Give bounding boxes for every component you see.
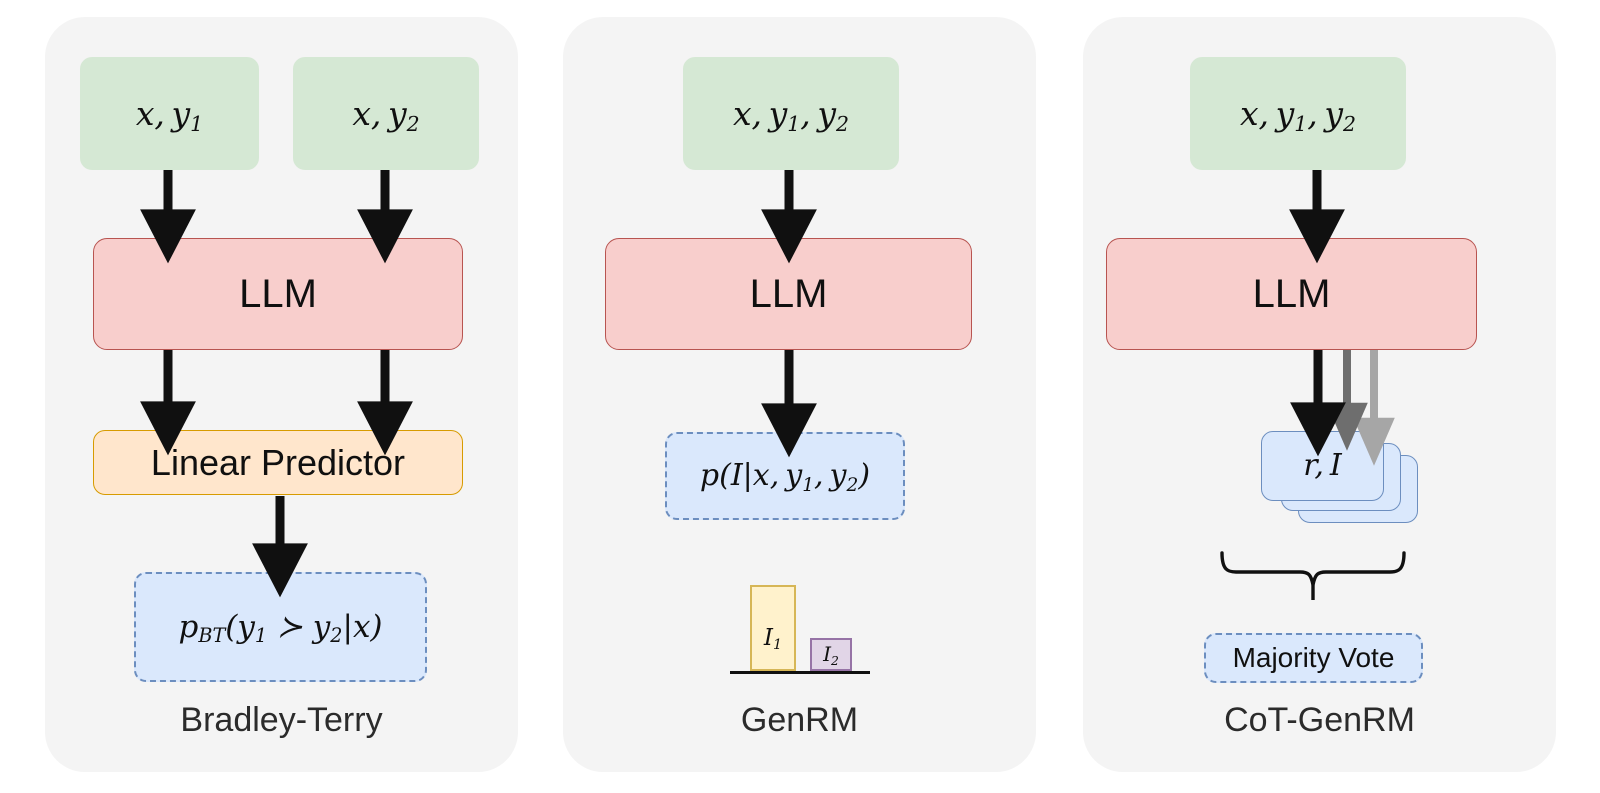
genrm-bar-chart: I1 I2 [700,585,870,680]
majority-vote-label: Majority Vote [1232,642,1395,673]
bar-I1: I1 [750,585,796,671]
output-box-p-I: p(I|x, y1, y2) [665,432,905,520]
input-box-x-y1: x, y1 [80,57,259,170]
input-box-genrm: x, y1, y2 [683,57,899,170]
llm-box-genrm: LLM [605,238,972,350]
llm-label-genrm: LLM [749,272,828,316]
llm-box-bradley-terry: LLM [93,238,463,350]
input-label-x-y1: x, y1 [135,94,204,137]
input-label-genrm: x, y1, y2 [732,94,850,137]
panel-label-bradley-terry: Bradley-Terry [180,701,383,739]
figure-canvas: x, y1 x, y2 LLM Linear Predictor pBT(y1 … [0,0,1600,793]
panel-label-genrm: GenRM [740,701,859,739]
llm-box-cot-genrm: LLM [1106,238,1477,350]
output-label-p-I: p(I|x, y1, y2) [699,458,871,496]
bar-label-I1: I1 [763,625,783,654]
input-label-x-y2: x, y2 [352,94,420,137]
linear-predictor-label: Linear Predictor [150,441,406,483]
llm-label-cot-genrm: LLM [1252,272,1331,316]
input-box-cot-genrm: x, y1, y2 [1190,57,1406,170]
sample-card-label-r-I: r, I [1303,448,1342,483]
bar-label-I2: I2 [823,642,839,668]
output-label-p-bt: pBT(y1 ≻ y2|x) [178,608,383,648]
bar-I2: I2 [810,638,852,671]
input-box-x-y2: x, y2 [293,57,479,170]
bar-chart-baseline [730,671,870,674]
linear-predictor-box: Linear Predictor [93,430,463,495]
panel-label-cot-genrm: CoT-GenRM [1224,701,1415,739]
majority-vote-box: Majority Vote [1204,633,1423,683]
input-label-cot-genrm: x, y1, y2 [1239,94,1357,137]
output-box-p-bt: pBT(y1 ≻ y2|x) [134,572,427,682]
sample-card-front: r, I [1261,431,1384,501]
llm-label-bradley-terry: LLM [239,272,317,316]
